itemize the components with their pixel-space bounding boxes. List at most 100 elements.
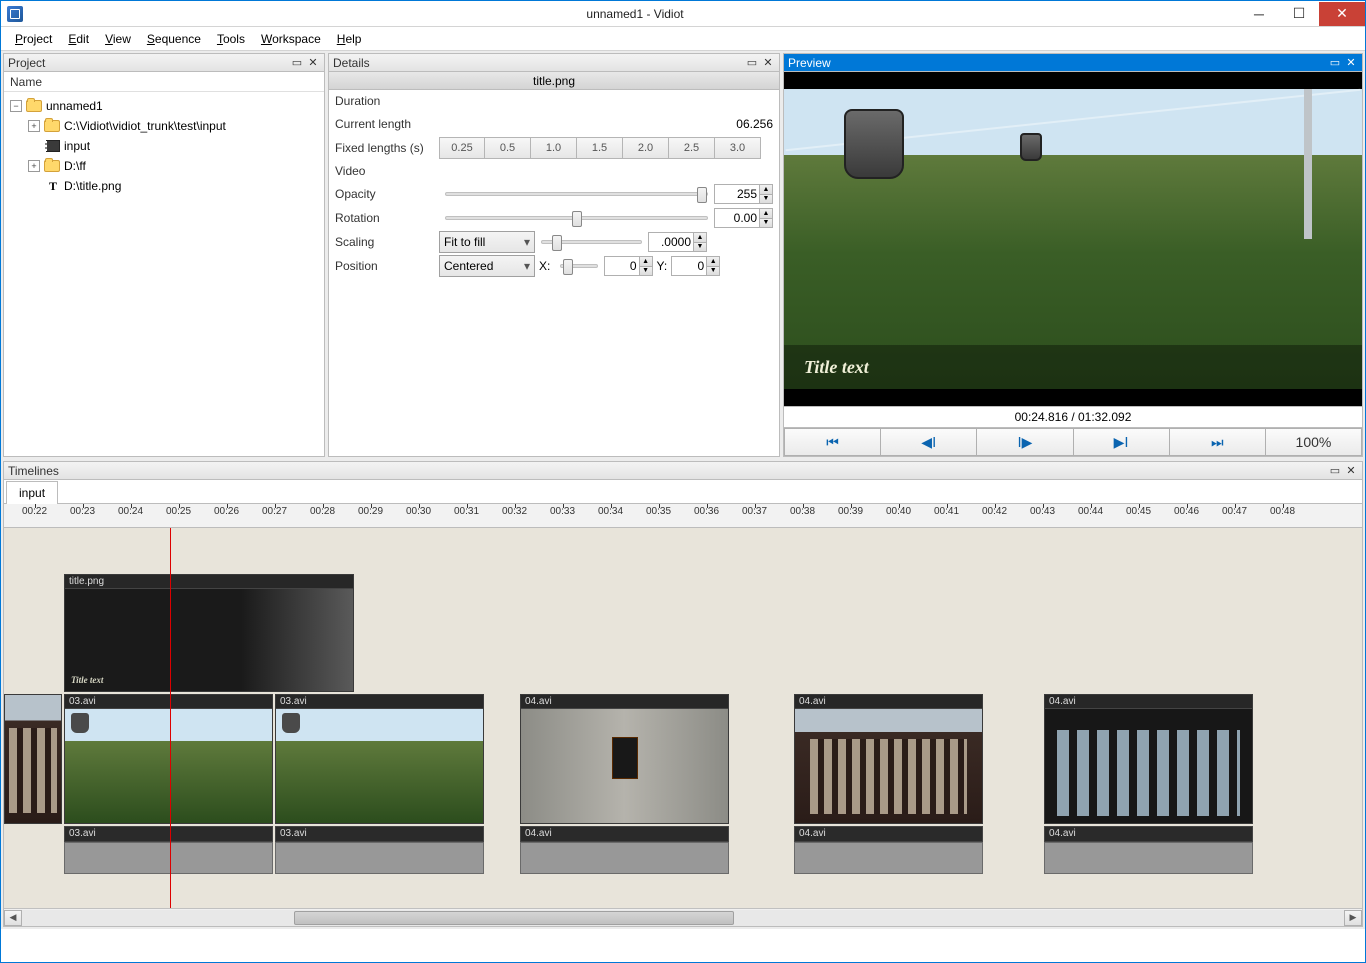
timeline-ruler[interactable]: 00:2200:2300:2400:2500:2600:2700:2800:29… [4, 504, 1362, 528]
fixed-length-button[interactable]: 3.0 [715, 137, 761, 159]
x-input[interactable] [604, 256, 640, 276]
panel-pin-icon[interactable]: ▭ [745, 56, 759, 69]
ruler-tick: 00:33 [550, 506, 575, 517]
menu-help[interactable]: Help [329, 29, 370, 49]
timeline-clip[interactable]: 03.avi [275, 694, 484, 824]
audio-clip-label[interactable]: 04.avi [520, 826, 729, 842]
audio-clip-body[interactable] [64, 842, 273, 874]
project-tree: − unnamed1 +C:\Vidiot\vidiot_trunk\test\… [4, 92, 324, 200]
tree-root[interactable]: − unnamed1 [10, 96, 318, 116]
timeline-clip[interactable]: 04.avi [1044, 694, 1253, 824]
x-slider[interactable] [560, 264, 597, 268]
audio-clip-label[interactable]: 04.avi [794, 826, 983, 842]
position-select[interactable]: Centered [439, 255, 535, 277]
preview-viewport[interactable]: Title text [784, 72, 1362, 406]
menu-view[interactable]: View [97, 29, 139, 49]
fixed-length-button[interactable]: 1.0 [531, 137, 577, 159]
tree-item[interactable]: input [10, 136, 318, 156]
tree-item[interactable]: +C:\Vidiot\vidiot_trunk\test\input [10, 116, 318, 136]
scaling-spinner[interactable]: ▲▼ [693, 232, 707, 252]
timeline-clip[interactable]: 04.avi [794, 694, 983, 824]
project-panel-title: Project [8, 56, 45, 70]
menu-project[interactable]: Project [7, 29, 60, 49]
goto-start-button[interactable]: ⏮ [784, 428, 881, 456]
timeline-tracks[interactable]: title.png Title text 03.avi03.avi04.avi0… [4, 528, 1362, 908]
panel-pin-icon[interactable]: ▭ [1328, 464, 1342, 477]
opacity-slider[interactable] [445, 192, 708, 196]
clip-icon [46, 140, 60, 152]
audio-track-1[interactable]: 03.avi03.avi 04.avi 04.avi 04.avi [4, 826, 1362, 874]
audio-clip-body[interactable] [520, 842, 729, 874]
audio-clip-label[interactable]: 03.avi [275, 826, 484, 842]
menu-sequence[interactable]: Sequence [139, 29, 209, 49]
timeline-clip[interactable]: 04.avi [520, 694, 729, 824]
audio-clip-body[interactable] [275, 842, 484, 874]
scroll-thumb[interactable] [294, 911, 734, 925]
scroll-left-button[interactable]: ◀ [4, 910, 22, 926]
scaling-slider[interactable] [541, 240, 642, 244]
project-panel-header: Project ▭ ✕ [4, 54, 324, 72]
project-column-header[interactable]: Name [4, 72, 324, 92]
audio-clip-body[interactable] [794, 842, 983, 874]
opacity-input[interactable] [714, 184, 760, 204]
menu-edit[interactable]: Edit [60, 29, 97, 49]
timeline-scrollbar[interactable]: ◀ ▶ [4, 908, 1362, 926]
panel-pin-icon[interactable]: ▭ [290, 56, 304, 69]
panel-close-icon[interactable]: ✕ [1344, 56, 1358, 69]
expand-icon[interactable]: + [28, 120, 40, 132]
panel-close-icon[interactable]: ✕ [306, 56, 320, 69]
video-track-2[interactable]: title.png Title text [4, 574, 1362, 692]
rotation-input[interactable] [714, 208, 760, 228]
tree-label: D:\ff [64, 159, 86, 173]
panel-pin-icon[interactable]: ▭ [1328, 56, 1342, 69]
scaling-input[interactable] [648, 232, 694, 252]
audio-clip-label[interactable]: 04.avi [1044, 826, 1253, 842]
folder-icon [44, 160, 60, 172]
close-button[interactable]: ✕ [1319, 2, 1365, 26]
zoom-display[interactable]: 100% [1266, 428, 1362, 456]
fixed-length-button[interactable]: 0.5 [485, 137, 531, 159]
timeline-tab[interactable]: input [6, 481, 58, 504]
ruler-tick: 00:39 [838, 506, 863, 517]
fixed-length-button[interactable]: 2.0 [623, 137, 669, 159]
y-spinner[interactable]: ▲▼ [706, 256, 720, 276]
ruler-tick: 00:32 [502, 506, 527, 517]
fixed-length-button[interactable]: 1.5 [577, 137, 623, 159]
menu-workspace[interactable]: Workspace [253, 29, 329, 49]
menu-tools[interactable]: Tools [209, 29, 253, 49]
minimize-button[interactable]: ─ [1239, 2, 1279, 26]
timeline-clip[interactable] [4, 694, 62, 824]
step-forward-button[interactable]: ▶Ⅰ [1074, 428, 1170, 456]
timeline-clip[interactable]: 03.avi [64, 694, 273, 824]
audio-clip-body[interactable] [1044, 842, 1253, 874]
rotation-spinner[interactable]: ▲▼ [759, 208, 773, 228]
timeline-clip-title[interactable]: title.png Title text [64, 574, 354, 692]
tree-item[interactable]: TD:\title.png [10, 176, 318, 196]
video-track-1[interactable]: 03.avi03.avi 04.avi 04.avi 04.avi [4, 694, 1362, 824]
details-panel: Details ▭ ✕ title.png Duration Current l… [328, 53, 780, 457]
fixed-length-button[interactable]: 0.25 [439, 137, 485, 159]
opacity-spinner[interactable]: ▲▼ [759, 184, 773, 204]
preview-panel: Preview ▭ ✕ Title text 00 [783, 53, 1363, 457]
panel-close-icon[interactable]: ✕ [761, 56, 775, 69]
expand-icon[interactable]: + [28, 160, 40, 172]
position-label: Position [335, 259, 439, 273]
y-input[interactable] [671, 256, 707, 276]
fixed-length-button[interactable]: 2.5 [669, 137, 715, 159]
tree-item[interactable]: + D:\ff [10, 156, 318, 176]
clip-label: 03.avi [65, 695, 272, 709]
panel-close-icon[interactable]: ✕ [1344, 464, 1358, 477]
scroll-right-button[interactable]: ▶ [1344, 910, 1362, 926]
rotation-slider[interactable] [445, 216, 708, 220]
playhead[interactable] [170, 528, 171, 908]
audio-clip-label[interactable]: 03.avi [64, 826, 273, 842]
step-back-button[interactable]: ◀Ⅰ [881, 428, 977, 456]
ruler-tick: 00:37 [742, 506, 767, 517]
clip-label: 04.avi [1045, 695, 1252, 709]
play-button[interactable]: Ⅰ▶ [977, 428, 1073, 456]
x-spinner[interactable]: ▲▼ [639, 256, 653, 276]
collapse-icon[interactable]: − [10, 100, 22, 112]
scaling-select[interactable]: Fit to fill [439, 231, 535, 253]
goto-end-button[interactable]: ⏭ [1170, 428, 1266, 456]
maximize-button[interactable]: ☐ [1279, 2, 1319, 26]
